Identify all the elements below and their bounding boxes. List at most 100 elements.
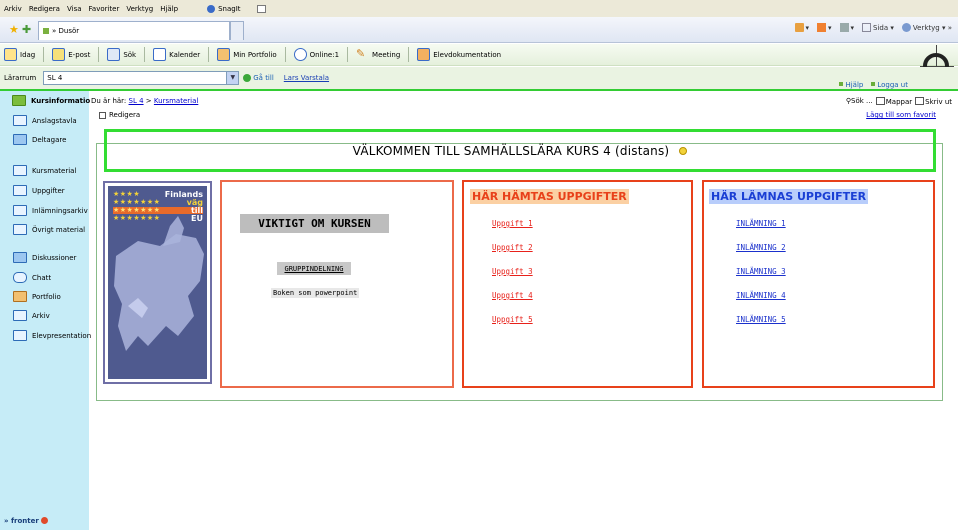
logout-link[interactable]: Logga ut — [871, 81, 908, 89]
page-tools: ⚲Sök ... Mappar Skriv ut — [846, 97, 952, 106]
nav-meeting-label: Meeting — [372, 50, 401, 59]
mail-icon — [52, 48, 66, 61]
breadcrumb-page-link[interactable]: Kursmaterial — [154, 97, 198, 105]
smiley-icon — [679, 146, 688, 155]
feeds-button[interactable]: ▾ — [817, 23, 832, 32]
submission-link-4[interactable]: INLÄMNING 4 — [736, 291, 786, 300]
submission-link-3[interactable]: INLÄMNING 3 — [736, 267, 786, 276]
portfolio-icon — [13, 291, 27, 302]
sidebar-item-diskussioner[interactable]: Diskussioner — [13, 252, 76, 263]
calendar-icon — [153, 48, 167, 61]
submission-link-2[interactable]: INLÄMNING 2 — [736, 243, 786, 252]
sidebar-item-deltagare[interactable]: Deltagare — [13, 134, 66, 145]
book-powerpoint-link[interactable]: Boken som powerpoint — [271, 288, 360, 298]
sidebar-item-uppgifter[interactable]: Uppgifter — [13, 185, 65, 196]
page-menu-label: Sida — [873, 24, 889, 32]
sidebar: Kursinformatio Anslagstavla Deltagare Ku… — [0, 91, 91, 530]
goto-button[interactable]: Gå till — [243, 74, 274, 82]
fronter-top-nav: Idag E-post Sök Kalender Min Portfolio O… — [0, 44, 958, 66]
assignment-link-5[interactable]: Uppgift 5 — [492, 315, 533, 324]
folders-label: Mappar — [885, 98, 913, 106]
breadcrumb-room-link[interactable]: SL 4 — [129, 97, 144, 105]
submission-link-1[interactable]: INLÄMNING 1 — [736, 219, 786, 228]
printer-icon — [839, 23, 849, 32]
fronter-logo-text: » fronter — [4, 517, 39, 525]
snagit-button[interactable]: SnagIt — [207, 4, 272, 13]
nav-epost[interactable]: E-post — [52, 48, 90, 61]
folders-button[interactable]: Mappar — [875, 97, 913, 106]
group-division-link[interactable]: GRUPPINDELNING — [277, 262, 351, 275]
menu-favoriter[interactable]: Favoriter — [89, 5, 120, 13]
favorites-star-icon[interactable]: ★ — [9, 23, 19, 36]
cover-line-3: ★★★★★★★ till — [113, 206, 203, 215]
nav-sok-label: Sök — [123, 50, 137, 59]
nav-separator — [347, 47, 349, 62]
menu-hjalp[interactable]: Hjälp — [160, 5, 178, 13]
sidebar-item-anslagstavla[interactable]: Anslagstavla — [13, 115, 77, 126]
snagit-window-icon[interactable] — [256, 4, 266, 13]
course-info-icon — [12, 95, 26, 106]
sidebar-item-inlamningsarkiv[interactable]: Inlämningsarkiv — [13, 205, 88, 216]
discussion-icon — [13, 252, 27, 263]
sidebar-item-kursinformation[interactable]: Kursinformatio — [12, 95, 90, 106]
room-select[interactable]: SL 4 ▼ — [43, 71, 240, 85]
fetch-assignments-box: HÄR HÄMTAS UPPGIFTER Uppgift 1 Uppgift 2… — [462, 180, 693, 388]
browser-tab[interactable]: » Dusör — [38, 21, 230, 40]
assignment-link-1[interactable]: Uppgift 1 — [492, 219, 533, 228]
user-link[interactable]: Lars Varstala — [284, 74, 329, 82]
menu-verktyg[interactable]: Verktyg — [126, 5, 153, 13]
home-icon — [794, 23, 804, 32]
page-icon — [862, 23, 872, 32]
nav-online[interactable]: Online:1 — [293, 48, 339, 61]
assignment-link-2[interactable]: Uppgift 2 — [492, 243, 533, 252]
nav-idag[interactable]: Idag — [4, 48, 35, 61]
add-favorite-link[interactable]: Lägg till som favorit — [866, 111, 936, 119]
sidebar-item-label: Diskussioner — [32, 253, 77, 262]
assignment-link-4[interactable]: Uppgift 4 — [492, 291, 533, 300]
help-link-label: Hjälp — [845, 81, 864, 89]
portfolio-icon — [217, 48, 231, 61]
nav-sok[interactable]: Sök — [107, 48, 136, 61]
search-button[interactable]: ⚲Sök ... — [846, 97, 873, 106]
fronter-logo[interactable]: » fronter — [4, 517, 48, 525]
nav-separator — [408, 47, 410, 62]
help-link[interactable]: Hjälp — [839, 81, 863, 89]
sidebar-item-ovrigt-material[interactable]: Övrigt material — [13, 224, 85, 235]
sidebar-item-portfolio[interactable]: Portfolio — [13, 291, 61, 302]
sidebar-item-elevpresentation[interactable]: Elevpresentation — [13, 330, 91, 341]
nav-kalender[interactable]: Kalender — [153, 48, 200, 61]
page-menu[interactable]: Sida ▾ — [862, 23, 894, 32]
ie-menu-bar: Arkiv Redigera Visa Favoriter Verktyg Hj… — [0, 0, 958, 17]
breadcrumb-separator: > — [145, 97, 152, 105]
bullet-icon — [871, 82, 876, 86]
folder-icon — [13, 165, 27, 176]
sidebar-item-chatt[interactable]: Chatt — [13, 272, 51, 283]
course-info-box — [220, 180, 454, 388]
home-button[interactable]: ▾ — [794, 23, 809, 32]
menu-redigera[interactable]: Redigera — [29, 5, 60, 13]
gear-icon — [901, 23, 911, 32]
header-divider — [0, 89, 958, 91]
nav-elevdokumentation[interactable]: Elevdokumentation — [417, 48, 501, 61]
tools-menu[interactable]: Verktyg ▾ » — [901, 23, 952, 32]
participants-icon — [13, 134, 27, 145]
nav-kalender-label: Kalender — [169, 50, 201, 59]
chevron-down-icon[interactable]: ▼ — [226, 72, 239, 84]
menu-arkiv[interactable]: Arkiv — [4, 5, 22, 13]
add-favorite-icon[interactable]: ✚ — [22, 23, 31, 36]
nav-meeting[interactable]: ✎ Meeting — [356, 48, 400, 61]
print-page-button[interactable]: Skriv ut — [915, 97, 952, 106]
sidebar-item-kursmaterial[interactable]: Kursmaterial — [13, 165, 76, 176]
ie-command-bar: ▾ ▾ ▾ Sida ▾ Verktyg ▾ » — [794, 23, 952, 32]
new-tab-button[interactable] — [230, 21, 244, 40]
sidebar-item-arkiv[interactable]: Arkiv — [13, 310, 50, 321]
assignment-link-3[interactable]: Uppgift 3 — [492, 267, 533, 276]
menu-visa[interactable]: Visa — [67, 5, 82, 13]
nav-portfolio[interactable]: Min Portfolio — [217, 48, 277, 61]
edit-checkbox[interactable] — [99, 111, 106, 119]
breadcrumb-prefix: Du är här: — [91, 97, 127, 105]
sidebar-item-label: Inlämningsarkiv — [32, 206, 88, 215]
print-button[interactable]: ▾ — [839, 23, 854, 32]
submission-link-5[interactable]: INLÄMNING 5 — [736, 315, 786, 324]
edit-toggle[interactable]: Redigera — [99, 111, 140, 119]
